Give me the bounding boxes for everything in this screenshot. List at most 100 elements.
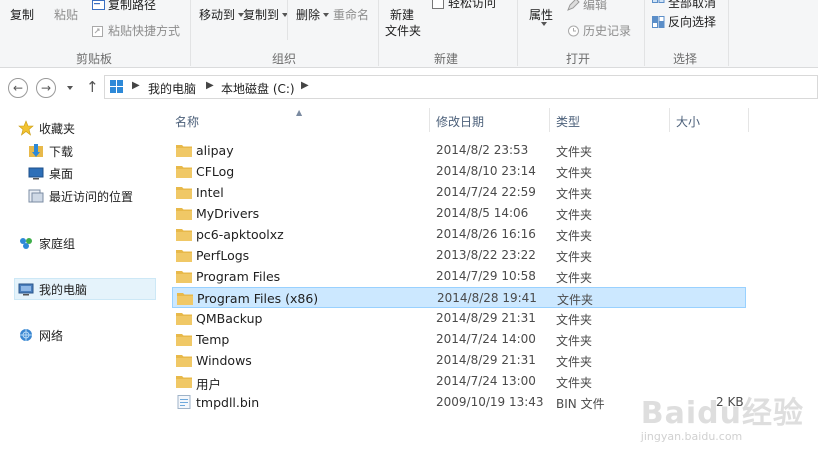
select-group-label: 选择 — [673, 52, 698, 66]
table-row[interactable]: pc6-apktoolxz 2014/8/26 16:16 文件夹 — [172, 224, 746, 245]
chevron-down-icon — [67, 86, 73, 90]
ribbon-divider — [517, 0, 518, 66]
table-row[interactable]: CFLog 2014/8/10 23:14 文件夹 — [172, 161, 746, 182]
file-type: 文件夹 — [557, 293, 594, 307]
folder-icon — [176, 376, 192, 388]
breadcrumb-separator-icon[interactable]: ▶ — [206, 80, 214, 91]
organize-group-label: 组织 — [272, 52, 297, 66]
nav-desktop[interactable]: 桌面 — [28, 162, 73, 184]
back-button[interactable]: ← — [8, 78, 28, 98]
checkbox-icon — [432, 0, 444, 9]
nav-homegroup-label: 家庭组 — [39, 236, 76, 251]
arrow-left-icon: ← — [12, 81, 24, 95]
invert-selection-button[interactable]: 反向选择 — [652, 13, 716, 30]
ribbon-divider — [190, 0, 191, 66]
file-icon — [177, 395, 191, 409]
nav-favorites[interactable]: 收藏夹 — [18, 117, 75, 139]
breadcrumb-separator-icon[interactable]: ▶ — [132, 80, 140, 91]
paste-shortcut-button[interactable]: 粘贴快捷方式 — [92, 22, 180, 39]
delete-label: 删除 — [296, 8, 321, 22]
delete-button[interactable]: 删除 — [296, 6, 330, 23]
file-name: Program Files (x86) — [197, 291, 319, 306]
table-row[interactable]: alipay 2014/8/2 23:53 文件夹 — [172, 140, 746, 161]
file-date: 2013/8/22 23:22 — [436, 248, 536, 262]
breadcrumb-computer[interactable]: 我的电脑 — [148, 80, 196, 97]
watermark: Baidu经验 jingyan.baidu.com — [641, 388, 804, 443]
address-bar[interactable]: ▶ 我的电脑 ▶ 本地磁盘 (C:) ▶ — [104, 75, 818, 99]
folder-icon — [176, 250, 192, 262]
navigation-pane: 收藏夹 下载 桌面 最近访问的位置 家庭组 我的电脑 网络 — [0, 108, 158, 457]
table-row[interactable]: Windows 2014/8/29 21:31 文件夹 — [172, 350, 746, 371]
table-row[interactable]: Program Files (x86) 2014/8/28 19:41 文件夹 — [172, 287, 746, 308]
table-row[interactable]: Temp 2014/7/24 14:00 文件夹 — [172, 329, 746, 350]
new-folder-button-line2[interactable]: 文件夹 — [385, 22, 421, 39]
clipboard-group-label: 剪贴板 — [76, 52, 113, 66]
edit-button[interactable]: 编辑 — [567, 0, 607, 13]
file-name: Windows — [196, 353, 252, 368]
recent-places-icon — [28, 189, 44, 203]
table-row[interactable]: MyDrivers 2014/8/5 14:06 文件夹 — [172, 203, 746, 224]
copy-path-button[interactable]: 复制路径 — [92, 0, 156, 13]
select-none-button[interactable]: 全部取消 — [652, 0, 716, 11]
nav-homegroup[interactable]: 家庭组 — [18, 232, 75, 254]
file-date: 2014/8/26 16:16 — [436, 227, 536, 241]
forward-button[interactable]: → — [36, 78, 56, 98]
rename-button[interactable]: 重命名 — [333, 6, 369, 23]
nav-favorites-label: 收藏夹 — [39, 121, 76, 136]
nav-recent[interactable]: 最近访问的位置 — [28, 185, 133, 207]
move-to-button[interactable]: 移动到 — [199, 6, 245, 23]
recent-locations-button[interactable] — [64, 82, 73, 95]
paste-button[interactable]: 粘贴 — [54, 6, 78, 23]
properties-button[interactable]: 属性 — [529, 6, 553, 23]
column-header-name[interactable]: 名称 — [175, 113, 199, 130]
nav-downloads-label: 下载 — [49, 144, 74, 159]
paste-shortcut-icon — [92, 26, 103, 37]
table-row[interactable]: QMBackup 2014/8/29 21:31 文件夹 — [172, 308, 746, 329]
copy-path-icon — [92, 0, 105, 10]
column-header-type[interactable]: 类型 — [556, 113, 580, 130]
column-divider[interactable] — [669, 108, 670, 132]
easy-access-button[interactable]: 轻松访问 — [432, 0, 496, 11]
folder-icon — [176, 334, 192, 346]
column-divider[interactable] — [429, 108, 430, 132]
new-folder-button[interactable]: 新建 — [390, 6, 414, 23]
nav-downloads[interactable]: 下载 — [28, 140, 73, 162]
copy-button[interactable]: 复制 — [10, 6, 34, 23]
breadcrumb-drive-c[interactable]: 本地磁盘 (C:) — [221, 80, 295, 97]
up-button[interactable]: ↑ — [86, 78, 99, 96]
column-divider[interactable] — [549, 108, 550, 132]
ribbon-divider — [728, 0, 729, 66]
ribbon-divider — [378, 0, 379, 66]
file-type: 文件夹 — [556, 208, 593, 222]
chevron-down-icon — [541, 22, 547, 26]
column-header-date[interactable]: 修改日期 — [436, 113, 484, 130]
nav-recent-label: 最近访问的位置 — [49, 189, 134, 204]
file-date: 2014/8/28 19:41 — [437, 291, 537, 305]
file-type: 文件夹 — [556, 376, 593, 390]
edit-icon — [567, 0, 580, 11]
table-row[interactable]: Program Files 2014/7/29 10:58 文件夹 — [172, 266, 746, 287]
computer-icon — [110, 80, 123, 93]
copy-to-button[interactable]: 复制到 — [243, 6, 289, 23]
copy-path-label: 复制路径 — [108, 0, 157, 12]
file-type: 文件夹 — [556, 187, 593, 201]
file-date: 2014/7/29 10:58 — [436, 269, 536, 283]
copy-to-label: 复制到 — [243, 8, 280, 22]
file-name: CFLog — [196, 164, 235, 179]
file-date: 2014/8/29 21:31 — [436, 311, 536, 325]
history-button[interactable]: 历史记录 — [567, 22, 631, 39]
column-divider[interactable] — [748, 108, 749, 132]
network-icon — [20, 329, 32, 341]
history-icon — [568, 25, 579, 37]
folder-icon — [176, 229, 192, 241]
folder-icon — [176, 313, 192, 325]
nav-network[interactable]: 网络 — [18, 324, 63, 346]
homegroup-icon — [20, 238, 32, 249]
table-row[interactable]: Intel 2014/7/24 22:59 文件夹 — [172, 182, 746, 203]
table-row[interactable]: PerfLogs 2013/8/22 23:22 文件夹 — [172, 245, 746, 266]
nav-computer[interactable]: 我的电脑 — [18, 278, 87, 300]
breadcrumb-separator-icon[interactable]: ▶ — [301, 80, 309, 91]
folder-icon — [177, 293, 193, 305]
file-date: 2014/7/24 13:00 — [436, 374, 536, 388]
column-header-size[interactable]: 大小 — [676, 113, 700, 130]
